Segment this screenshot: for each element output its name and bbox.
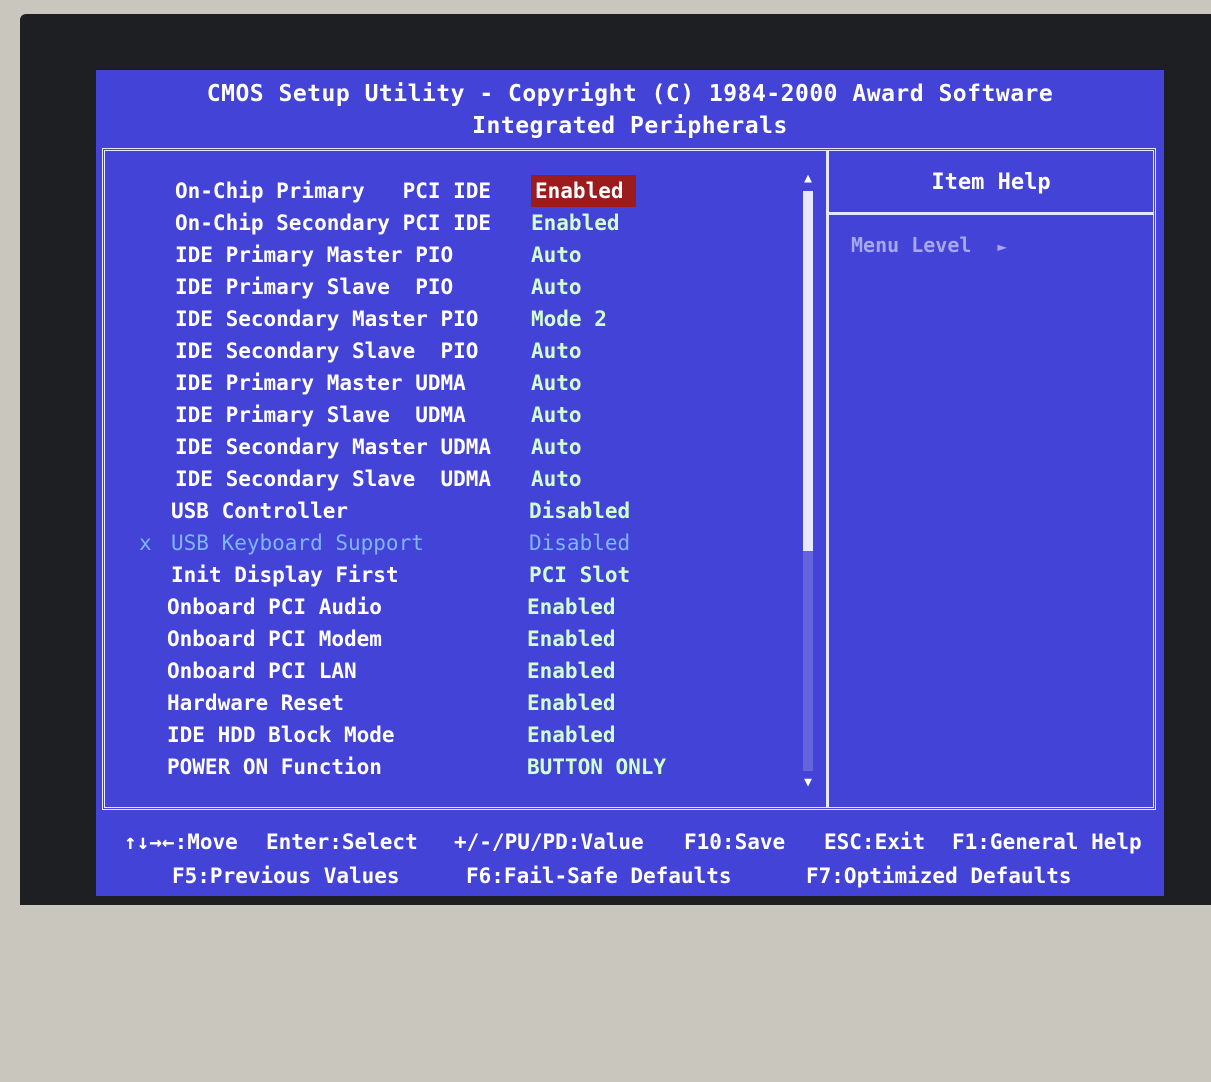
setting-label: On-Chip Secondary PCI IDE bbox=[175, 211, 492, 235]
setting-label: POWER ON Function bbox=[167, 755, 382, 779]
setting-value[interactable]: PCI Slot bbox=[529, 559, 630, 591]
scroll-track[interactable] bbox=[803, 191, 813, 771]
key-select: Enter:Select bbox=[266, 830, 418, 854]
setting-value: Disabled bbox=[529, 531, 631, 555]
disabled-marker: x bbox=[139, 531, 152, 555]
setting-value[interactable]: Auto bbox=[531, 239, 582, 271]
key-move: ↑↓→←:Move bbox=[124, 830, 238, 854]
setting-label: Onboard PCI Audio bbox=[167, 595, 382, 619]
setting-label: IDE Primary Master PIO bbox=[175, 243, 454, 267]
setting-label: USB Controller bbox=[171, 499, 349, 523]
scroll-up-arrow-icon[interactable]: ▲ bbox=[799, 171, 817, 187]
setting-value[interactable]: Auto bbox=[531, 463, 582, 495]
settings-panel: On-Chip Primary PCI IDE Enabled On-Chip … bbox=[105, 151, 829, 807]
setting-label: IDE Secondary Master UDMA bbox=[175, 435, 492, 459]
footer-line-2: F5:Previous Values F6:Fail-Safe Defaults… bbox=[116, 860, 1072, 892]
bios-header: CMOS Setup Utility - Copyright (C) 1984-… bbox=[96, 78, 1164, 142]
setting-label: Init Display First bbox=[171, 563, 399, 587]
setting-value[interactable]: Disabled bbox=[529, 495, 630, 527]
setting-label: IDE Secondary Slave PIO bbox=[175, 339, 479, 363]
setting-value[interactable]: BUTTON ONLY bbox=[527, 751, 666, 783]
menu-level-label: Menu Level bbox=[851, 233, 972, 257]
scroll-down-arrow-icon[interactable]: ▼ bbox=[799, 775, 817, 791]
help-panel: Item Help Menu Level ► bbox=[829, 151, 1153, 807]
setting-label: Onboard PCI LAN bbox=[167, 659, 357, 683]
key-fail-safe-defaults: F6:Fail-Safe Defaults bbox=[466, 864, 732, 888]
setting-value[interactable]: Enabled bbox=[527, 623, 616, 655]
setting-label: IDE Secondary Slave UDMA bbox=[175, 467, 492, 491]
bios-screen: CMOS Setup Utility - Copyright (C) 1984-… bbox=[96, 70, 1164, 896]
setting-value[interactable]: Enabled bbox=[531, 207, 620, 239]
setting-label: IDE HDD Block Mode bbox=[167, 723, 395, 747]
footer-line-1: ↑↓→←:Move Enter:Select +/-/PU/PD:Value F… bbox=[116, 826, 1142, 858]
setting-value[interactable]: Auto bbox=[531, 431, 582, 463]
setting-value[interactable]: Enabled bbox=[527, 687, 616, 719]
setting-label: IDE Secondary Master PIO bbox=[175, 307, 479, 331]
setting-value[interactable]: Auto bbox=[531, 271, 582, 303]
setting-label: Hardware Reset bbox=[167, 691, 345, 715]
setting-value[interactable]: Auto bbox=[531, 335, 582, 367]
setting-label: On-Chip Primary PCI IDE bbox=[175, 179, 492, 203]
help-panel-title: Item Help bbox=[829, 151, 1153, 215]
setting-value[interactable]: Enabled bbox=[527, 719, 616, 751]
setting-label: IDE Primary Slave PIO bbox=[175, 275, 454, 299]
main-frame: On-Chip Primary PCI IDE Enabled On-Chip … bbox=[102, 148, 1156, 810]
key-general-help: F1:General Help bbox=[952, 830, 1142, 854]
key-exit: ESC:Exit bbox=[824, 830, 926, 854]
scroll-thumb[interactable] bbox=[803, 191, 813, 551]
setting-label: IDE Primary Master UDMA bbox=[175, 371, 466, 395]
setting-value[interactable]: Enabled bbox=[531, 175, 636, 207]
setting-label: USB Keyboard Support bbox=[171, 531, 424, 555]
scrollbar[interactable]: ▲ ▼ bbox=[799, 171, 817, 791]
setting-value[interactable]: Mode 2 bbox=[531, 303, 607, 335]
menu-level: Menu Level ► bbox=[851, 233, 1007, 257]
setting-label: IDE Primary Slave UDMA bbox=[175, 403, 466, 427]
menu-level-arrow-icon: ► bbox=[997, 237, 1008, 256]
setting-value[interactable]: Enabled bbox=[527, 591, 616, 623]
key-optimized-defaults: F7:Optimized Defaults bbox=[806, 864, 1072, 888]
setting-value[interactable]: Auto bbox=[531, 399, 582, 431]
setting-value[interactable]: Auto bbox=[531, 367, 582, 399]
setting-label: Onboard PCI Modem bbox=[167, 627, 382, 651]
setting-value[interactable]: Enabled bbox=[527, 655, 616, 687]
bios-title: CMOS Setup Utility - Copyright (C) 1984-… bbox=[206, 81, 1054, 107]
page-title: Integrated Peripherals bbox=[472, 113, 788, 139]
key-save: F10:Save bbox=[684, 830, 786, 854]
key-value: +/-/PU/PD:Value bbox=[454, 830, 644, 854]
key-previous-values: F5:Previous Values bbox=[172, 864, 400, 888]
